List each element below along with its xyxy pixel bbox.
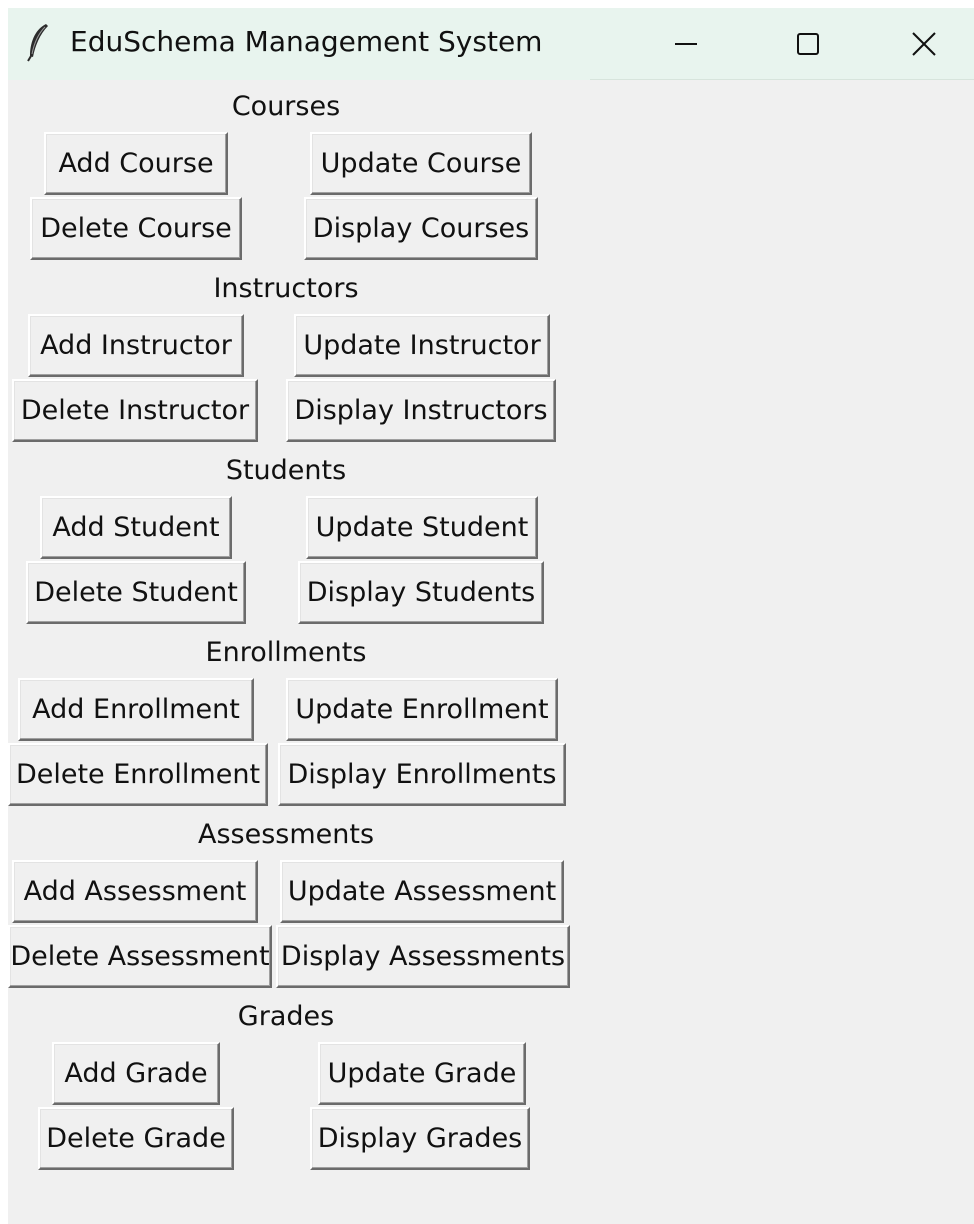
- close-button[interactable]: [866, 8, 974, 80]
- add-course-button[interactable]: Add Course: [44, 132, 228, 195]
- add-enrollment-button[interactable]: Add Enrollment: [18, 678, 254, 741]
- feather-icon: [27, 24, 48, 62]
- add-student-button[interactable]: Add Student: [40, 496, 232, 559]
- display-grades-button[interactable]: Display Grades: [310, 1107, 530, 1170]
- courses-section-label: Courses: [231, 91, 341, 122]
- delete-enrollment-button[interactable]: Delete Enrollment: [8, 743, 268, 806]
- add-assessment-button[interactable]: Add Assessment: [12, 860, 258, 923]
- window-title: EduSchema Management System: [70, 25, 543, 58]
- add-instructor-button[interactable]: Add Instructor: [28, 314, 244, 377]
- instructors-section-label: Instructors: [213, 273, 359, 304]
- app-window: EduSchema Management System Courses Add …: [8, 8, 974, 1224]
- delete-instructor-button[interactable]: Delete Instructor: [12, 379, 258, 442]
- assessments-section-label: Assessments: [197, 819, 375, 850]
- display-courses-button[interactable]: Display Courses: [304, 197, 538, 260]
- delete-course-button[interactable]: Delete Course: [30, 197, 242, 260]
- maximize-button[interactable]: [750, 8, 866, 80]
- display-students-button[interactable]: Display Students: [298, 561, 544, 624]
- students-section-label: Students: [225, 455, 347, 486]
- display-instructors-button[interactable]: Display Instructors: [286, 379, 556, 442]
- update-course-button[interactable]: Update Course: [310, 132, 532, 195]
- update-grade-button[interactable]: Update Grade: [318, 1042, 526, 1105]
- display-assessments-button[interactable]: Display Assessments: [276, 925, 570, 988]
- grades-section-label: Grades: [237, 1001, 335, 1032]
- close-icon: [912, 32, 936, 56]
- title-bar-divider: [590, 79, 974, 80]
- update-instructor-button[interactable]: Update Instructor: [294, 314, 550, 377]
- minimize-button[interactable]: [628, 8, 744, 80]
- update-assessment-button[interactable]: Update Assessment: [280, 860, 564, 923]
- update-student-button[interactable]: Update Student: [306, 496, 538, 559]
- update-enrollment-button[interactable]: Update Enrollment: [286, 678, 558, 741]
- display-enrollments-button[interactable]: Display Enrollments: [278, 743, 566, 806]
- title-bar[interactable]: EduSchema Management System: [8, 8, 974, 80]
- delete-grade-button[interactable]: Delete Grade: [38, 1107, 234, 1170]
- minimize-icon: [675, 43, 697, 45]
- delete-assessment-button[interactable]: Delete Assessment: [8, 925, 272, 988]
- maximize-icon: [797, 33, 819, 55]
- enrollments-section-label: Enrollments: [205, 637, 367, 668]
- add-grade-button[interactable]: Add Grade: [52, 1042, 220, 1105]
- delete-student-button[interactable]: Delete Student: [26, 561, 246, 624]
